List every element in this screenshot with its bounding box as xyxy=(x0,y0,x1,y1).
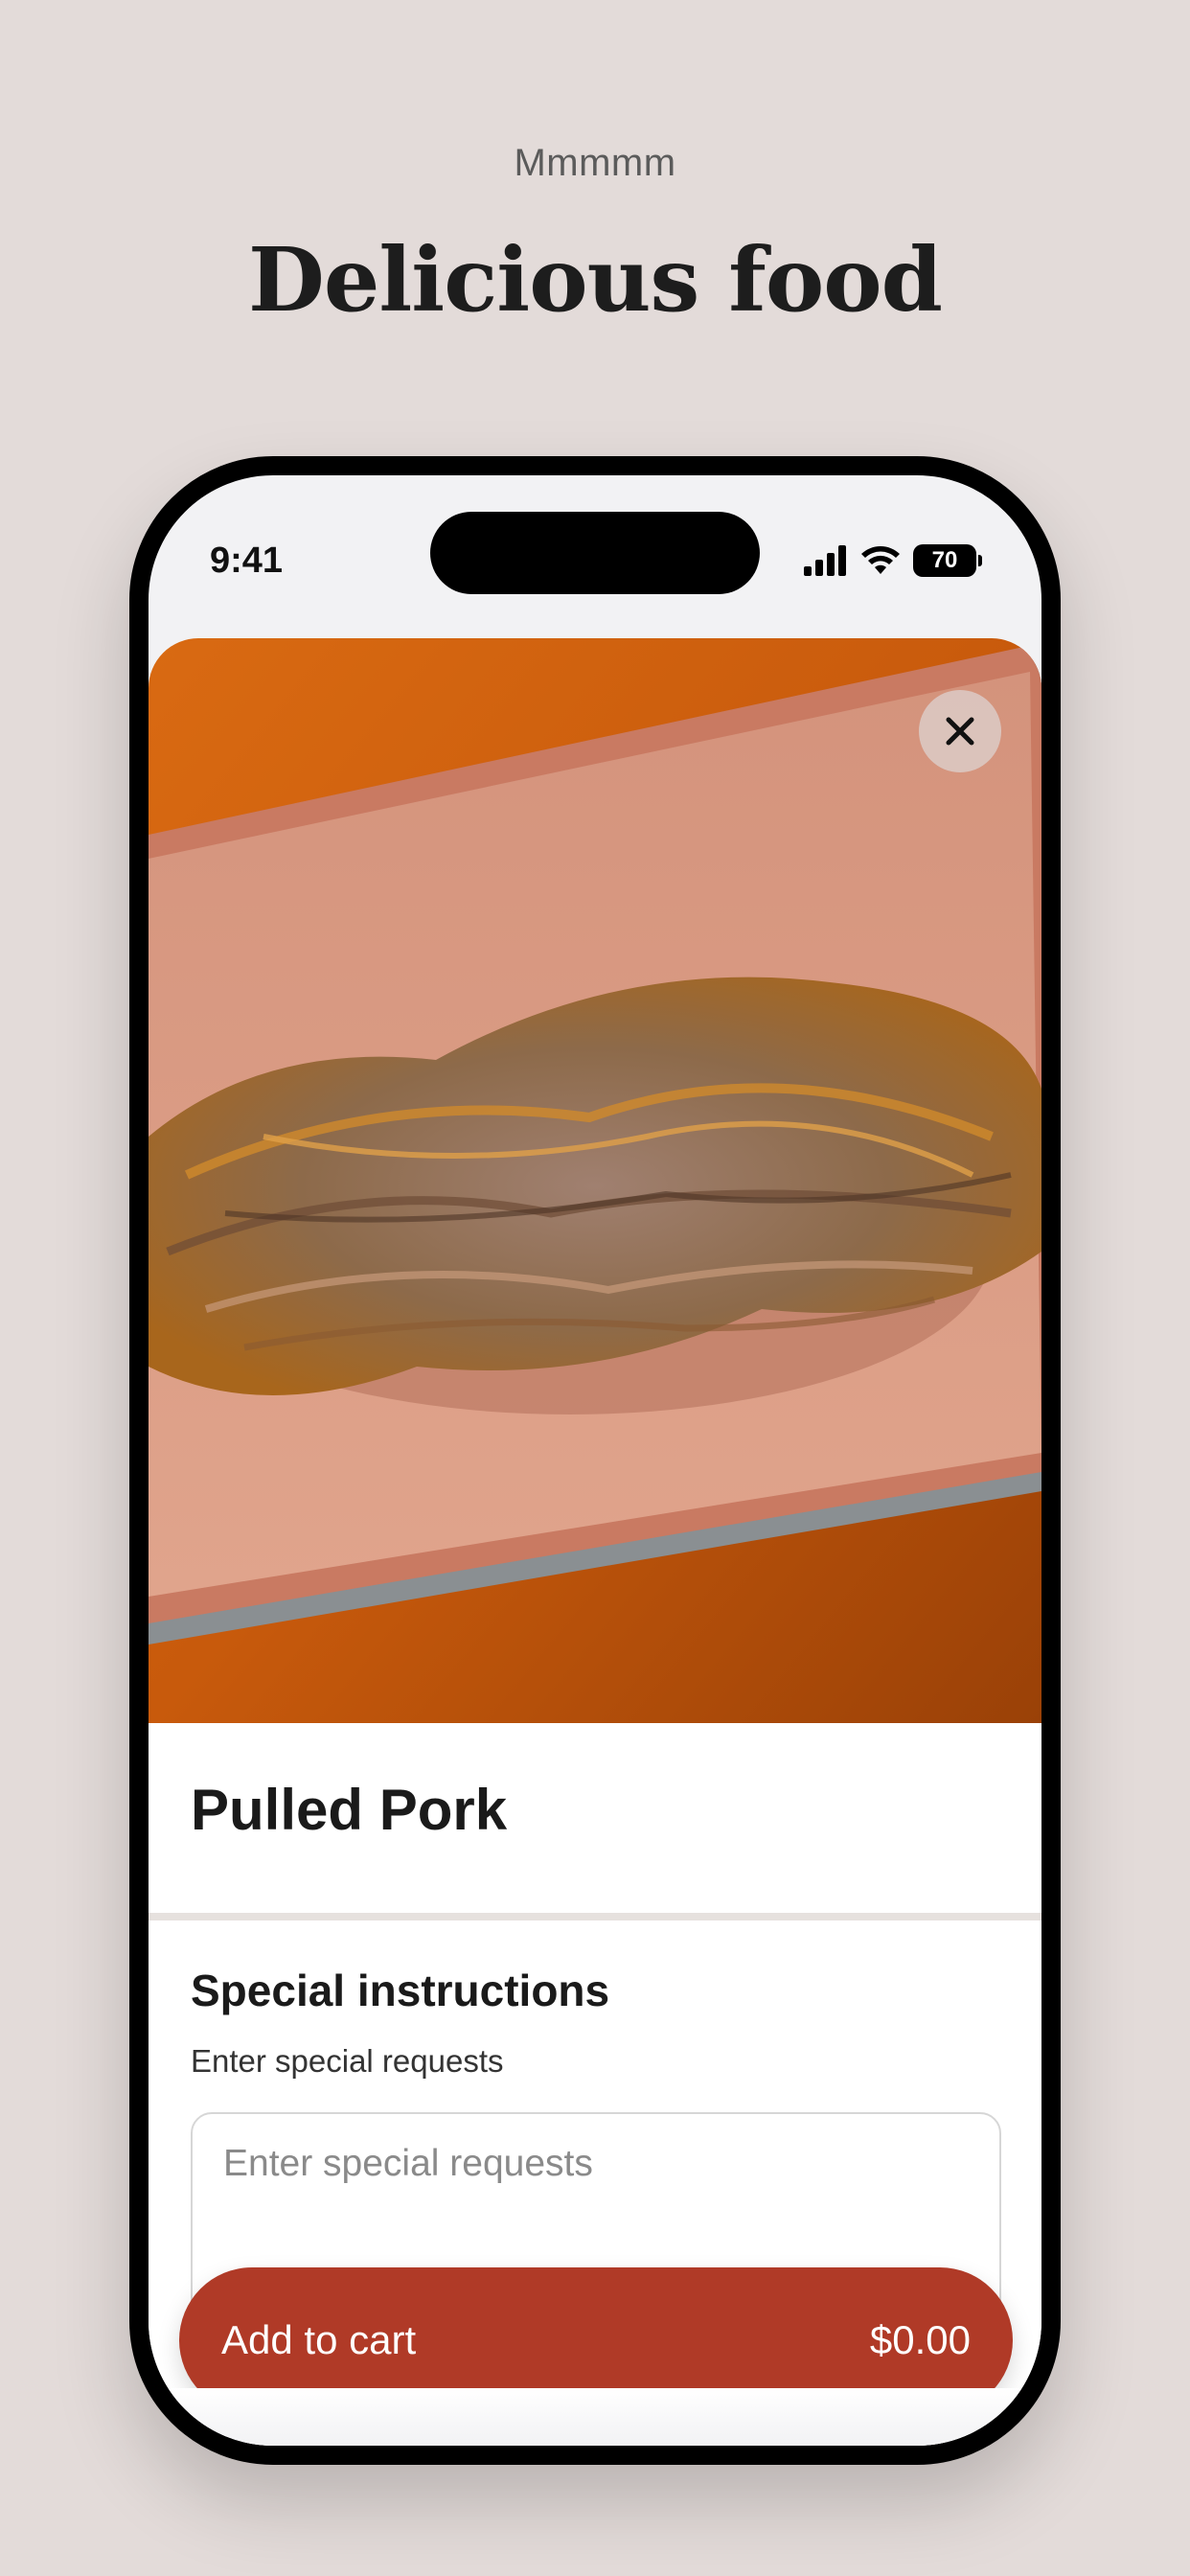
wifi-icon xyxy=(861,546,900,574)
status-icons: 70 xyxy=(804,544,982,577)
status-time: 9:41 xyxy=(210,540,284,581)
signal-icon xyxy=(804,545,846,576)
instructions-subtitle: Enter special requests xyxy=(191,2043,504,2079)
product-sheet: Pulled Pork Special instructions Enter s… xyxy=(149,638,1041,2446)
eyebrow-text: Mmmmm xyxy=(514,142,676,184)
section-divider xyxy=(149,1913,1041,1920)
dynamic-island xyxy=(430,512,760,594)
instructions-title: Special instructions xyxy=(191,1966,610,2015)
cart-price: $0.00 xyxy=(869,2317,971,2362)
close-icon xyxy=(946,717,974,746)
product-title: Pulled Pork xyxy=(191,1778,508,1842)
bottom-safe-area xyxy=(149,2388,1041,2446)
battery-cap xyxy=(978,555,982,566)
close-button[interactable] xyxy=(919,690,1001,772)
battery-icon: 70 xyxy=(913,544,976,577)
phone-frame: 9:41 70 Pulled Pork Special instructions… xyxy=(129,456,1061,2465)
add-to-cart-label: Add to cart xyxy=(221,2317,417,2362)
pulled-pork-photo xyxy=(149,638,1041,1723)
page-headline: Delicious food xyxy=(248,228,943,332)
